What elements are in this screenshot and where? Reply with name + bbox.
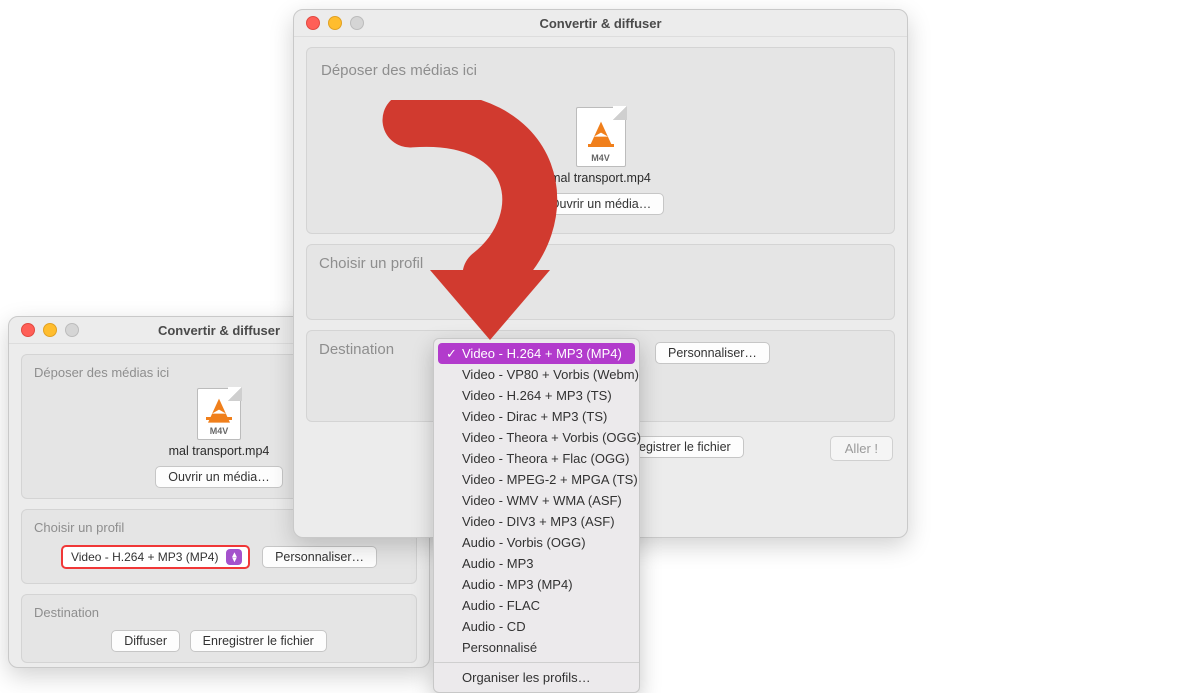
menu-item-organize[interactable]: Organiser les profils… [434,667,639,688]
menu-item[interactable]: Audio - MP3 [434,553,639,574]
drop-panel: Déposer des médias ici M4V mal transport… [306,47,895,234]
menu-item[interactable]: Video - Theora + Vorbis (OGG) [434,427,639,448]
close-icon[interactable] [306,16,320,30]
profile-dropdown-menu[interactable]: Video - H.264 + MP3 (MP4) Video - VP80 +… [433,338,640,693]
profile-select-value: Video - H.264 + MP3 (MP4) [71,550,219,564]
zoom-icon[interactable] [65,323,79,337]
window-title: Convertir & diffuser [294,16,907,31]
menu-item[interactable]: Video - VP80 + Vorbis (Webm) [434,364,639,385]
menu-item[interactable]: Video - MPEG-2 + MPGA (TS) [434,469,639,490]
menu-item[interactable]: Personnalisé [434,637,639,658]
menu-item[interactable]: Audio - MP3 (MP4) [434,574,639,595]
zoom-icon[interactable] [350,16,364,30]
traffic-lights [294,16,364,30]
open-media-button[interactable]: Ouvrir un média… [537,193,664,215]
file-icon: M4V [576,107,626,167]
minimize-icon[interactable] [328,16,342,30]
menu-item[interactable]: Video - Theora + Flac (OGG) [434,448,639,469]
save-file-button[interactable]: Enregistrer le fichier [190,630,327,652]
menu-item[interactable]: Video - H.264 + MP3 (TS) [434,385,639,406]
destination-panel-small: Destination Diffuser Enregistrer le fich… [21,594,417,663]
menu-item[interactable]: Video - H.264 + MP3 (MP4) [438,343,635,364]
traffic-lights [9,323,79,337]
go-button[interactable]: Aller ! [830,436,893,461]
profile-panel: Choisir un profil [306,244,895,320]
customize-button[interactable]: Personnaliser… [655,342,770,364]
stream-button[interactable]: Diffuser [111,630,180,652]
menu-separator [434,662,639,663]
file-icon: M4V [197,388,241,440]
save-file-button-partial[interactable]: egistrer le fichier [632,436,744,458]
destination-title: Destination [34,605,404,620]
menu-item[interactable]: Audio - CD [434,616,639,637]
file-ext: M4V [576,153,626,163]
profile-title: Choisir un profil [319,255,882,272]
customize-button[interactable]: Personnaliser… [262,546,377,568]
menu-item[interactable]: Video - DIV3 + MP3 (ASF) [434,511,639,532]
titlebar-main: Convertir & diffuser [294,10,907,37]
minimize-icon[interactable] [43,323,57,337]
menu-item[interactable]: Audio - Vorbis (OGG) [434,532,639,553]
profile-select[interactable]: Video - H.264 + MP3 (MP4) ▲▼ [61,545,251,569]
select-chevron-icon: ▲▼ [226,549,242,565]
menu-item[interactable]: Video - WMV + WMA (ASF) [434,490,639,511]
menu-item[interactable]: Video - Dirac + MP3 (TS) [434,406,639,427]
menu-item[interactable]: Audio - FLAC [434,595,639,616]
filename: mal transport.mp4 [321,171,880,185]
close-icon[interactable] [21,323,35,337]
file-ext: M4V [197,426,241,436]
drop-title: Déposer des médias ici [321,62,880,79]
open-media-button[interactable]: Ouvrir un média… [155,466,282,488]
